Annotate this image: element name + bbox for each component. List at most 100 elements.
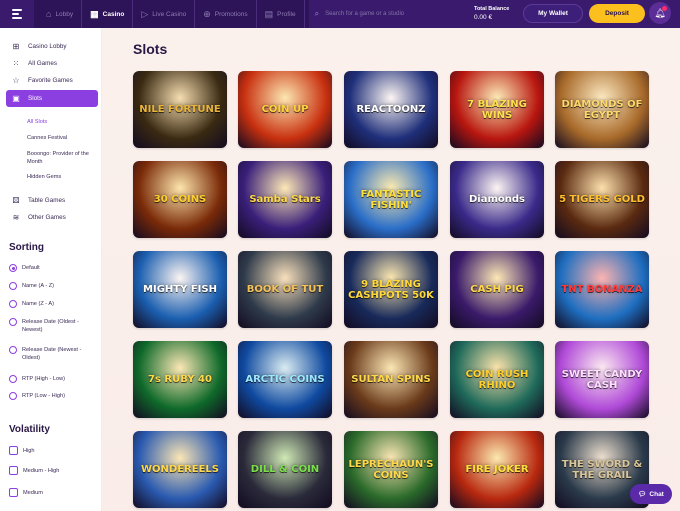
balance-label: Total Balance bbox=[474, 6, 510, 12]
sort-label: Release Date (Oldest - Newest) bbox=[22, 319, 79, 333]
sidebar-item-label: Table Games bbox=[28, 197, 66, 204]
sidebar-item-other-games[interactable]: ≋ Other Games bbox=[6, 209, 98, 226]
sort-rtp-low-high[interactable]: RTP (Low - High) bbox=[9, 392, 65, 400]
subcategory-all-slots[interactable]: All Slots bbox=[27, 118, 47, 126]
game-title: DILL & COIN bbox=[250, 464, 320, 475]
game-tile[interactable]: 7s RUBY 40 bbox=[133, 341, 227, 418]
volatility-label: Medium bbox=[23, 489, 43, 496]
search-placeholder: Search for a game or a studio bbox=[325, 11, 405, 17]
sort-label: Name (Z - A) bbox=[22, 301, 55, 307]
game-title: ARCTIC COINS bbox=[245, 374, 325, 385]
game-title: CASH PIG bbox=[470, 284, 524, 295]
game-tile[interactable]: CASH PIG bbox=[450, 251, 544, 328]
game-tile[interactable]: COIN RUSH RHINO bbox=[450, 341, 544, 418]
top-bar: ⌂ Lobby ▦ Casino ▷ Live Casino ⊕ Promoti… bbox=[0, 0, 680, 28]
game-tile[interactable]: TNT BONANZA bbox=[555, 251, 649, 328]
subcategory-hidden-gems[interactable]: Hidden Gems bbox=[27, 173, 61, 181]
checkbox bbox=[9, 488, 18, 497]
game-tile[interactable]: SWEET CANDY CASH bbox=[555, 341, 649, 418]
game-tile[interactable]: Samba Stars bbox=[238, 161, 332, 238]
game-tile[interactable]: LEPRECHAUN'S COINS bbox=[344, 431, 438, 508]
game-title: 30 COINS bbox=[153, 194, 207, 205]
nav-casino[interactable]: ▦ Casino bbox=[82, 0, 132, 28]
game-tile[interactable]: BOOK OF TUT bbox=[238, 251, 332, 328]
game-tile[interactable]: NILE FORTUNE bbox=[133, 71, 227, 148]
sort-rtp-high-low[interactable]: RTP (High - Low) bbox=[9, 375, 65, 383]
game-title: DIAMONDS OF EGYPT bbox=[561, 98, 643, 121]
notifications-button[interactable]: 🔔︎ bbox=[649, 2, 671, 24]
sidebar-item-label: Favorite Games bbox=[28, 77, 73, 84]
game-tile[interactable]: 7 BLAZING WINS bbox=[450, 71, 544, 148]
checkbox bbox=[9, 466, 18, 475]
sidebar-item-slots[interactable]: ▣ Slots bbox=[6, 90, 98, 107]
nav-lobby[interactable]: ⌂ Lobby bbox=[38, 0, 81, 28]
game-tile[interactable]: COIN UP bbox=[238, 71, 332, 148]
nav-promotions[interactable]: ⊕ Promotions bbox=[195, 0, 255, 28]
game-tile[interactable]: DIAMONDS OF EGYPT bbox=[555, 71, 649, 148]
main-content: Slots NILE FORTUNE COIN UP REACTOONZ 7 BLAZ… bbox=[102, 28, 680, 511]
game-tile[interactable]: 30 COINS bbox=[133, 161, 227, 238]
logo[interactable] bbox=[0, 0, 34, 28]
star-icon: ☆ bbox=[12, 76, 20, 85]
sidebar: ⊞ Casino Lobby ⁙ All Games ☆ Favorite Ga… bbox=[0, 28, 102, 511]
game-tile[interactable]: DILL & COIN bbox=[238, 431, 332, 508]
sidebar-item-favorite-games[interactable]: ☆ Favorite Games bbox=[6, 72, 98, 89]
sort-default[interactable]: Default bbox=[9, 264, 40, 272]
sort-label: RTP (Low - High) bbox=[22, 393, 66, 399]
radio bbox=[9, 346, 17, 354]
live-play-icon: ▷ bbox=[141, 8, 149, 19]
game-tile[interactable]: FIRE JOKER bbox=[450, 431, 544, 508]
game-title: 5 TIGERS GOLD bbox=[559, 194, 645, 205]
sort-label: RTP (High - Low) bbox=[22, 376, 66, 382]
radio-selected bbox=[9, 264, 17, 272]
subcategory-booongo[interactable]: Booongo: Provider of the Month bbox=[27, 150, 89, 166]
volatility-high[interactable]: High bbox=[9, 446, 35, 455]
game-tile[interactable]: Diamonds bbox=[450, 161, 544, 238]
sort-label: Release Date (Newest - Oldest) bbox=[22, 347, 82, 361]
game-tile[interactable]: SULTAN SPINS bbox=[344, 341, 438, 418]
total-balance: Total Balance 0.00 € bbox=[474, 6, 509, 21]
nav-profile[interactable]: ▤ Profile bbox=[257, 0, 304, 28]
sort-release-oldest[interactable]: Release Date (Oldest - Newest) bbox=[9, 318, 94, 334]
volatility-medium-high[interactable]: Medium - High bbox=[9, 466, 59, 475]
sidebar-item-label: Other Games bbox=[28, 214, 66, 221]
game-tile[interactable]: FANTASTIC FISHIN' bbox=[344, 161, 438, 238]
game-tile[interactable]: 9 BLAZING CASHPOTS 50K bbox=[344, 251, 438, 328]
game-title: LEPRECHAUN'S COINS bbox=[348, 458, 434, 481]
sidebar-item-casino-lobby[interactable]: ⊞ Casino Lobby bbox=[6, 38, 98, 55]
game-tile[interactable]: WONDEREELS bbox=[133, 431, 227, 508]
game-title: MIGHTY FISH bbox=[143, 284, 217, 295]
game-title: FIRE JOKER bbox=[465, 464, 529, 475]
game-tile[interactable]: MIGHTY FISH bbox=[133, 251, 227, 328]
radio bbox=[9, 392, 17, 400]
gamepad-icon: ⊕ bbox=[203, 8, 211, 19]
deposit-button[interactable]: Deposit bbox=[589, 4, 645, 23]
dots-grid-icon: ⁙ bbox=[12, 59, 20, 68]
my-wallet-button[interactable]: My Wallet bbox=[523, 4, 583, 23]
search-input[interactable]: ⌕ Search for a game or a studio bbox=[315, 4, 463, 24]
game-title: BOOK OF TUT bbox=[246, 284, 324, 295]
sidebar-item-all-games[interactable]: ⁙ All Games bbox=[6, 55, 98, 72]
game-title: THE SWORD & THE GRAIL bbox=[561, 458, 643, 481]
sort-label: Default bbox=[22, 265, 40, 271]
subcategory-cannes-festival[interactable]: Cannes Festival bbox=[27, 134, 67, 142]
game-title: SWEET CANDY CASH bbox=[561, 368, 643, 391]
chat-button[interactable]: 💬︎ Chat bbox=[630, 484, 672, 504]
game-tile[interactable]: 5 TIGERS GOLD bbox=[555, 161, 649, 238]
sidebar-item-table-games[interactable]: ⚄ Table Games bbox=[6, 192, 98, 209]
dice-icon: ⚄ bbox=[12, 196, 20, 205]
game-tile[interactable]: REACTOONZ bbox=[344, 71, 438, 148]
balance-value: 0.00 € bbox=[474, 14, 493, 21]
volatility-medium[interactable]: Medium bbox=[9, 488, 43, 497]
game-title: 7 BLAZING WINS bbox=[467, 98, 527, 121]
sort-release-newest[interactable]: Release Date (Newest - Oldest) bbox=[9, 346, 94, 362]
game-tile[interactable]: ARCTIC COINS bbox=[238, 341, 332, 418]
chat-bubble-icon: 💬︎ bbox=[638, 491, 647, 498]
radio bbox=[9, 318, 17, 326]
game-title: COIN RUSH RHINO bbox=[465, 368, 529, 391]
nav-label: Live Casino bbox=[152, 10, 187, 18]
layers-icon: ≋ bbox=[12, 213, 20, 222]
nav-live-casino[interactable]: ▷ Live Casino bbox=[133, 0, 194, 28]
sort-name-za[interactable]: Name (Z - A) bbox=[9, 300, 54, 308]
sort-name-az[interactable]: Name (A - Z) bbox=[9, 282, 54, 290]
